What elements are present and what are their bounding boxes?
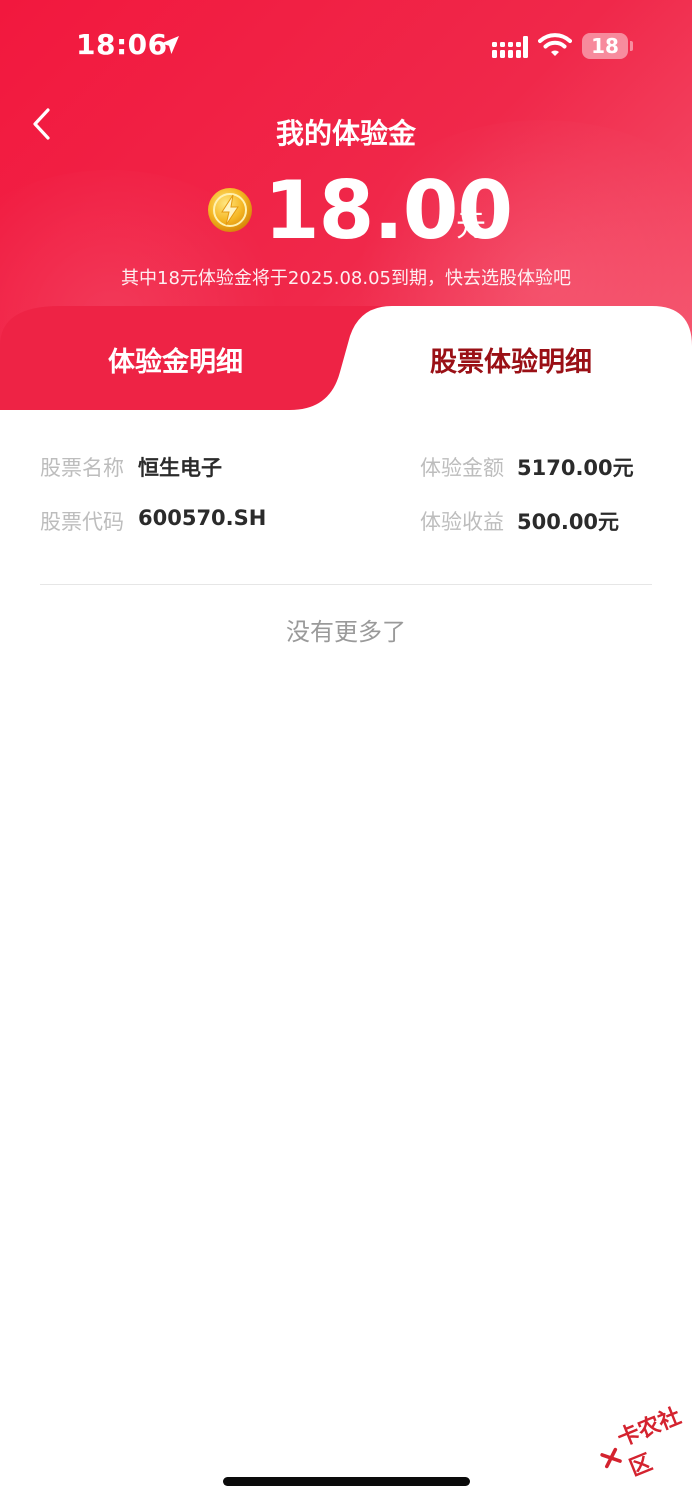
stock-code-value: 600570.SH (138, 506, 267, 530)
tab-experience-fund-details[interactable]: 体验金明细 (108, 340, 243, 379)
expire-note: 其中18元体验金将于2025.08.05到期，快去选股体验吧 (121, 268, 571, 289)
lightning-coin-icon (208, 188, 252, 232)
battery-cap (630, 41, 633, 51)
earnings-value: 500.00元 (517, 510, 620, 534)
battery-level: 18 (591, 34, 619, 58)
page-title: 我的体验金 (275, 117, 416, 150)
stock-name-value: 恒生电子 (138, 456, 222, 480)
detail-panel: 股票名称 恒生电子 体验金额 5170.00元 股票代码 600570.SH 体… (0, 410, 692, 1500)
amount-label: 体验金额 (420, 456, 504, 480)
stock-name-label: 股票名称 (40, 456, 124, 480)
location-arrow-icon (161, 36, 179, 54)
amount-value: 5170.00元 (517, 456, 634, 480)
screen: 18:06 18 我的体验金 18.00 元 其中18元体验金将于2025.08… (0, 0, 692, 1500)
signal-icon (492, 36, 528, 58)
battery-icon: 18 (582, 33, 628, 59)
wifi-icon (538, 33, 572, 56)
no-more-text: 没有更多了 (286, 618, 406, 646)
divider (40, 584, 652, 585)
earnings-label: 体验收益 (420, 510, 504, 534)
status-time: 18:06 (76, 28, 168, 61)
tab-stock-experience-details[interactable]: 股票体验明细 (430, 340, 592, 379)
home-indicator[interactable] (223, 1477, 470, 1486)
stock-code-label: 股票代码 (40, 510, 124, 534)
balance-unit: 元 (456, 209, 486, 244)
